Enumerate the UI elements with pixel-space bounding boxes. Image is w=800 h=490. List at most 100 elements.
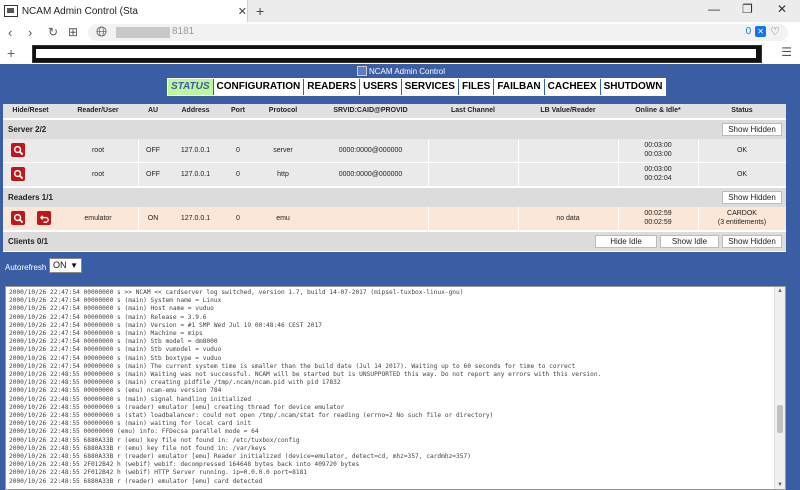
- log-panel[interactable]: 2000/10/26 22:47:54 00000000 s >> NCAM <…: [5, 286, 786, 490]
- browser-tab-bar: NCAM Admin Control (Sta ✕ + — ❐ ✕: [0, 0, 800, 23]
- server-section: Server 2/2 Show Hidden: [3, 119, 786, 140]
- log-line: 2000/10/26 22:47:54 00000000 s (main) Re…: [9, 313, 207, 321]
- reset-icon[interactable]: [37, 211, 51, 225]
- header-lb-value: LB Value/Reader: [540, 107, 596, 114]
- url-host-redacted: [116, 27, 170, 38]
- server-section-label: Server 2/2: [8, 125, 47, 134]
- row-address: 127.0.0.1: [180, 147, 211, 154]
- menu-configuration[interactable]: CONFIGURATION: [213, 79, 305, 95]
- menu-failban[interactable]: FAILBAN: [494, 79, 545, 95]
- menu-files[interactable]: FILES: [458, 79, 495, 95]
- autorefresh-select[interactable]: ON ▼: [49, 258, 82, 273]
- row-idle: 00:02:04: [644, 175, 672, 182]
- clients-section: Clients 0/1 Hide Idle Show Idle Show Hid…: [3, 231, 786, 252]
- page-favicon-icon: [4, 5, 18, 17]
- clients-show-hidden-button[interactable]: Show Hidden: [722, 235, 782, 248]
- address-bar[interactable]: 8181 0 ✕ ♡: [88, 24, 788, 41]
- shield-icon[interactable]: ✕: [755, 26, 767, 37]
- table-row: root OFF 127.0.0.1 0 http 0000:0000@0000…: [3, 163, 786, 187]
- server-show-hidden-button[interactable]: Show Hidden: [722, 123, 782, 136]
- row-port: 0: [236, 171, 240, 178]
- scroll-down-icon[interactable]: ▼: [777, 482, 783, 488]
- log-line: 2000/10/26 22:47:54 00000000 s (main) Ma…: [9, 330, 203, 338]
- log-line: 2000/10/26 22:47:54 00000000 s (main) Th…: [9, 362, 576, 370]
- minimize-icon[interactable]: —: [708, 2, 720, 16]
- readers-section: Readers 1/1 Show Hidden: [3, 187, 786, 208]
- log-line: 2000/10/26 22:48:55 00000000 s (main) wa…: [9, 420, 252, 428]
- row-user: root: [91, 171, 105, 178]
- row-status: CARDOK: [727, 210, 757, 217]
- table-header: Hide/Reset Reader/User AU Address Port P…: [3, 104, 786, 119]
- zoom-icon[interactable]: [11, 143, 25, 157]
- readers-show-hidden-button[interactable]: Show Hidden: [722, 191, 782, 204]
- bookmark-bar: + ☰: [0, 44, 800, 65]
- bookmark-field[interactable]: [32, 45, 762, 63]
- scroll-thumb[interactable]: [777, 405, 783, 433]
- ncam-logo: NCAM Admin Control: [357, 66, 445, 76]
- header-au: AU: [147, 107, 159, 114]
- hide-idle-button[interactable]: Hide Idle: [595, 235, 657, 248]
- back-icon[interactable]: ‹: [8, 25, 12, 40]
- undo-arrow-icon: [39, 214, 49, 223]
- menu-status[interactable]: STATUS: [168, 79, 214, 95]
- menu-shutdown[interactable]: SHUTDOWN: [600, 79, 666, 95]
- log-line: 2000/10/26 22:47:54 00000000 s (main) Ho…: [9, 305, 214, 313]
- menu-services[interactable]: SERVICES: [401, 79, 459, 95]
- row-au: ON: [147, 215, 159, 222]
- row-au: OFF: [146, 171, 160, 178]
- row-user: root: [91, 147, 105, 154]
- show-idle-button[interactable]: Show Idle: [660, 235, 719, 248]
- row-port: 0: [236, 147, 240, 154]
- globe-icon: [96, 26, 107, 37]
- log-line: 2000/10/26 22:48:55 6880A33B r (reader) …: [9, 477, 263, 485]
- zoom-icon[interactable]: [11, 167, 25, 181]
- log-line: 2000/10/26 22:47:54 00000000 s >> NCAM <…: [9, 289, 464, 296]
- log-line: 2000/10/26 22:48:55 00000000 (emu) info:…: [9, 428, 259, 436]
- clients-section-label: Clients 0/1: [8, 237, 49, 246]
- log-lines: 2000/10/26 22:47:54 00000000 s >> NCAM <…: [6, 289, 601, 486]
- scroll-up-icon[interactable]: ▲: [777, 288, 783, 294]
- header-online-idle: Online & Idle*: [635, 107, 681, 114]
- row-online: 00:03:00: [644, 166, 672, 173]
- row-online: 00:02:59: [644, 210, 672, 217]
- reload-icon[interactable]: ↻: [48, 25, 58, 39]
- menu-users[interactable]: USERS: [360, 79, 402, 95]
- heart-icon[interactable]: ♡: [770, 25, 780, 38]
- row-user: emulator: [84, 215, 112, 222]
- tab-title: NCAM Admin Control (Sta: [21, 5, 138, 17]
- menu-icon[interactable]: ☰: [781, 45, 792, 59]
- header-address: Address: [181, 107, 210, 114]
- table-row: emulator ON 127.0.0.1 0 emu no data 00:0…: [3, 207, 786, 231]
- row-online: 00:03:00: [644, 142, 672, 149]
- row-status: OK: [736, 147, 748, 154]
- header-port: Port: [231, 107, 245, 114]
- log-line: 2000/10/26 22:47:54 00000000 s (main) St…: [9, 354, 222, 362]
- log-line: 2000/10/26 22:48:55 2F012B42 h (webif) H…: [9, 469, 308, 477]
- log-line: 2000/10/26 22:47:54 00000000 s (main) Sy…: [9, 297, 222, 305]
- menu-cacheex[interactable]: CACHEEX: [544, 79, 601, 95]
- zoom-icon[interactable]: [11, 211, 25, 225]
- tab-grid-icon[interactable]: ⊞: [68, 25, 78, 39]
- row-protocol: http: [277, 171, 289, 178]
- new-tab-button[interactable]: +: [256, 3, 264, 19]
- log-line: 2000/10/26 22:48:55 6880A33B r (emu) key…: [9, 444, 267, 452]
- magnifier-icon: [13, 169, 23, 179]
- ncam-page: NCAM Admin Control STATUS CONFIGURATION …: [0, 64, 800, 490]
- log-line: 2000/10/26 22:47:54 00000000 s (main) Ve…: [9, 321, 322, 329]
- log-scrollbar[interactable]: ▲ ▼: [774, 287, 785, 489]
- menu-readers[interactable]: READERS: [304, 79, 361, 95]
- browser-tab[interactable]: NCAM Admin Control (Sta ✕: [0, 0, 248, 22]
- maximize-icon[interactable]: ❐: [742, 2, 753, 16]
- window-close-icon[interactable]: ✕: [777, 2, 787, 16]
- address-bar-actions: 0 ✕ ♡: [746, 25, 780, 38]
- log-line: 2000/10/26 22:47:54 00000000 s (main) St…: [9, 346, 222, 354]
- log-line: 2000/10/26 22:48:55 6880A33B r (emu) key…: [9, 436, 300, 444]
- add-bookmark-icon[interactable]: +: [7, 45, 15, 61]
- tab-close-icon[interactable]: ✕: [238, 5, 247, 18]
- autorefresh-label: Autorefresh: [5, 263, 47, 272]
- broken-image-icon: [357, 66, 367, 76]
- forward-icon[interactable]: ›: [28, 25, 32, 40]
- autorefresh-value: ON: [53, 260, 67, 270]
- logo-alt-text: NCAM Admin Control: [369, 66, 446, 76]
- header-reader-user: Reader/User: [77, 107, 119, 114]
